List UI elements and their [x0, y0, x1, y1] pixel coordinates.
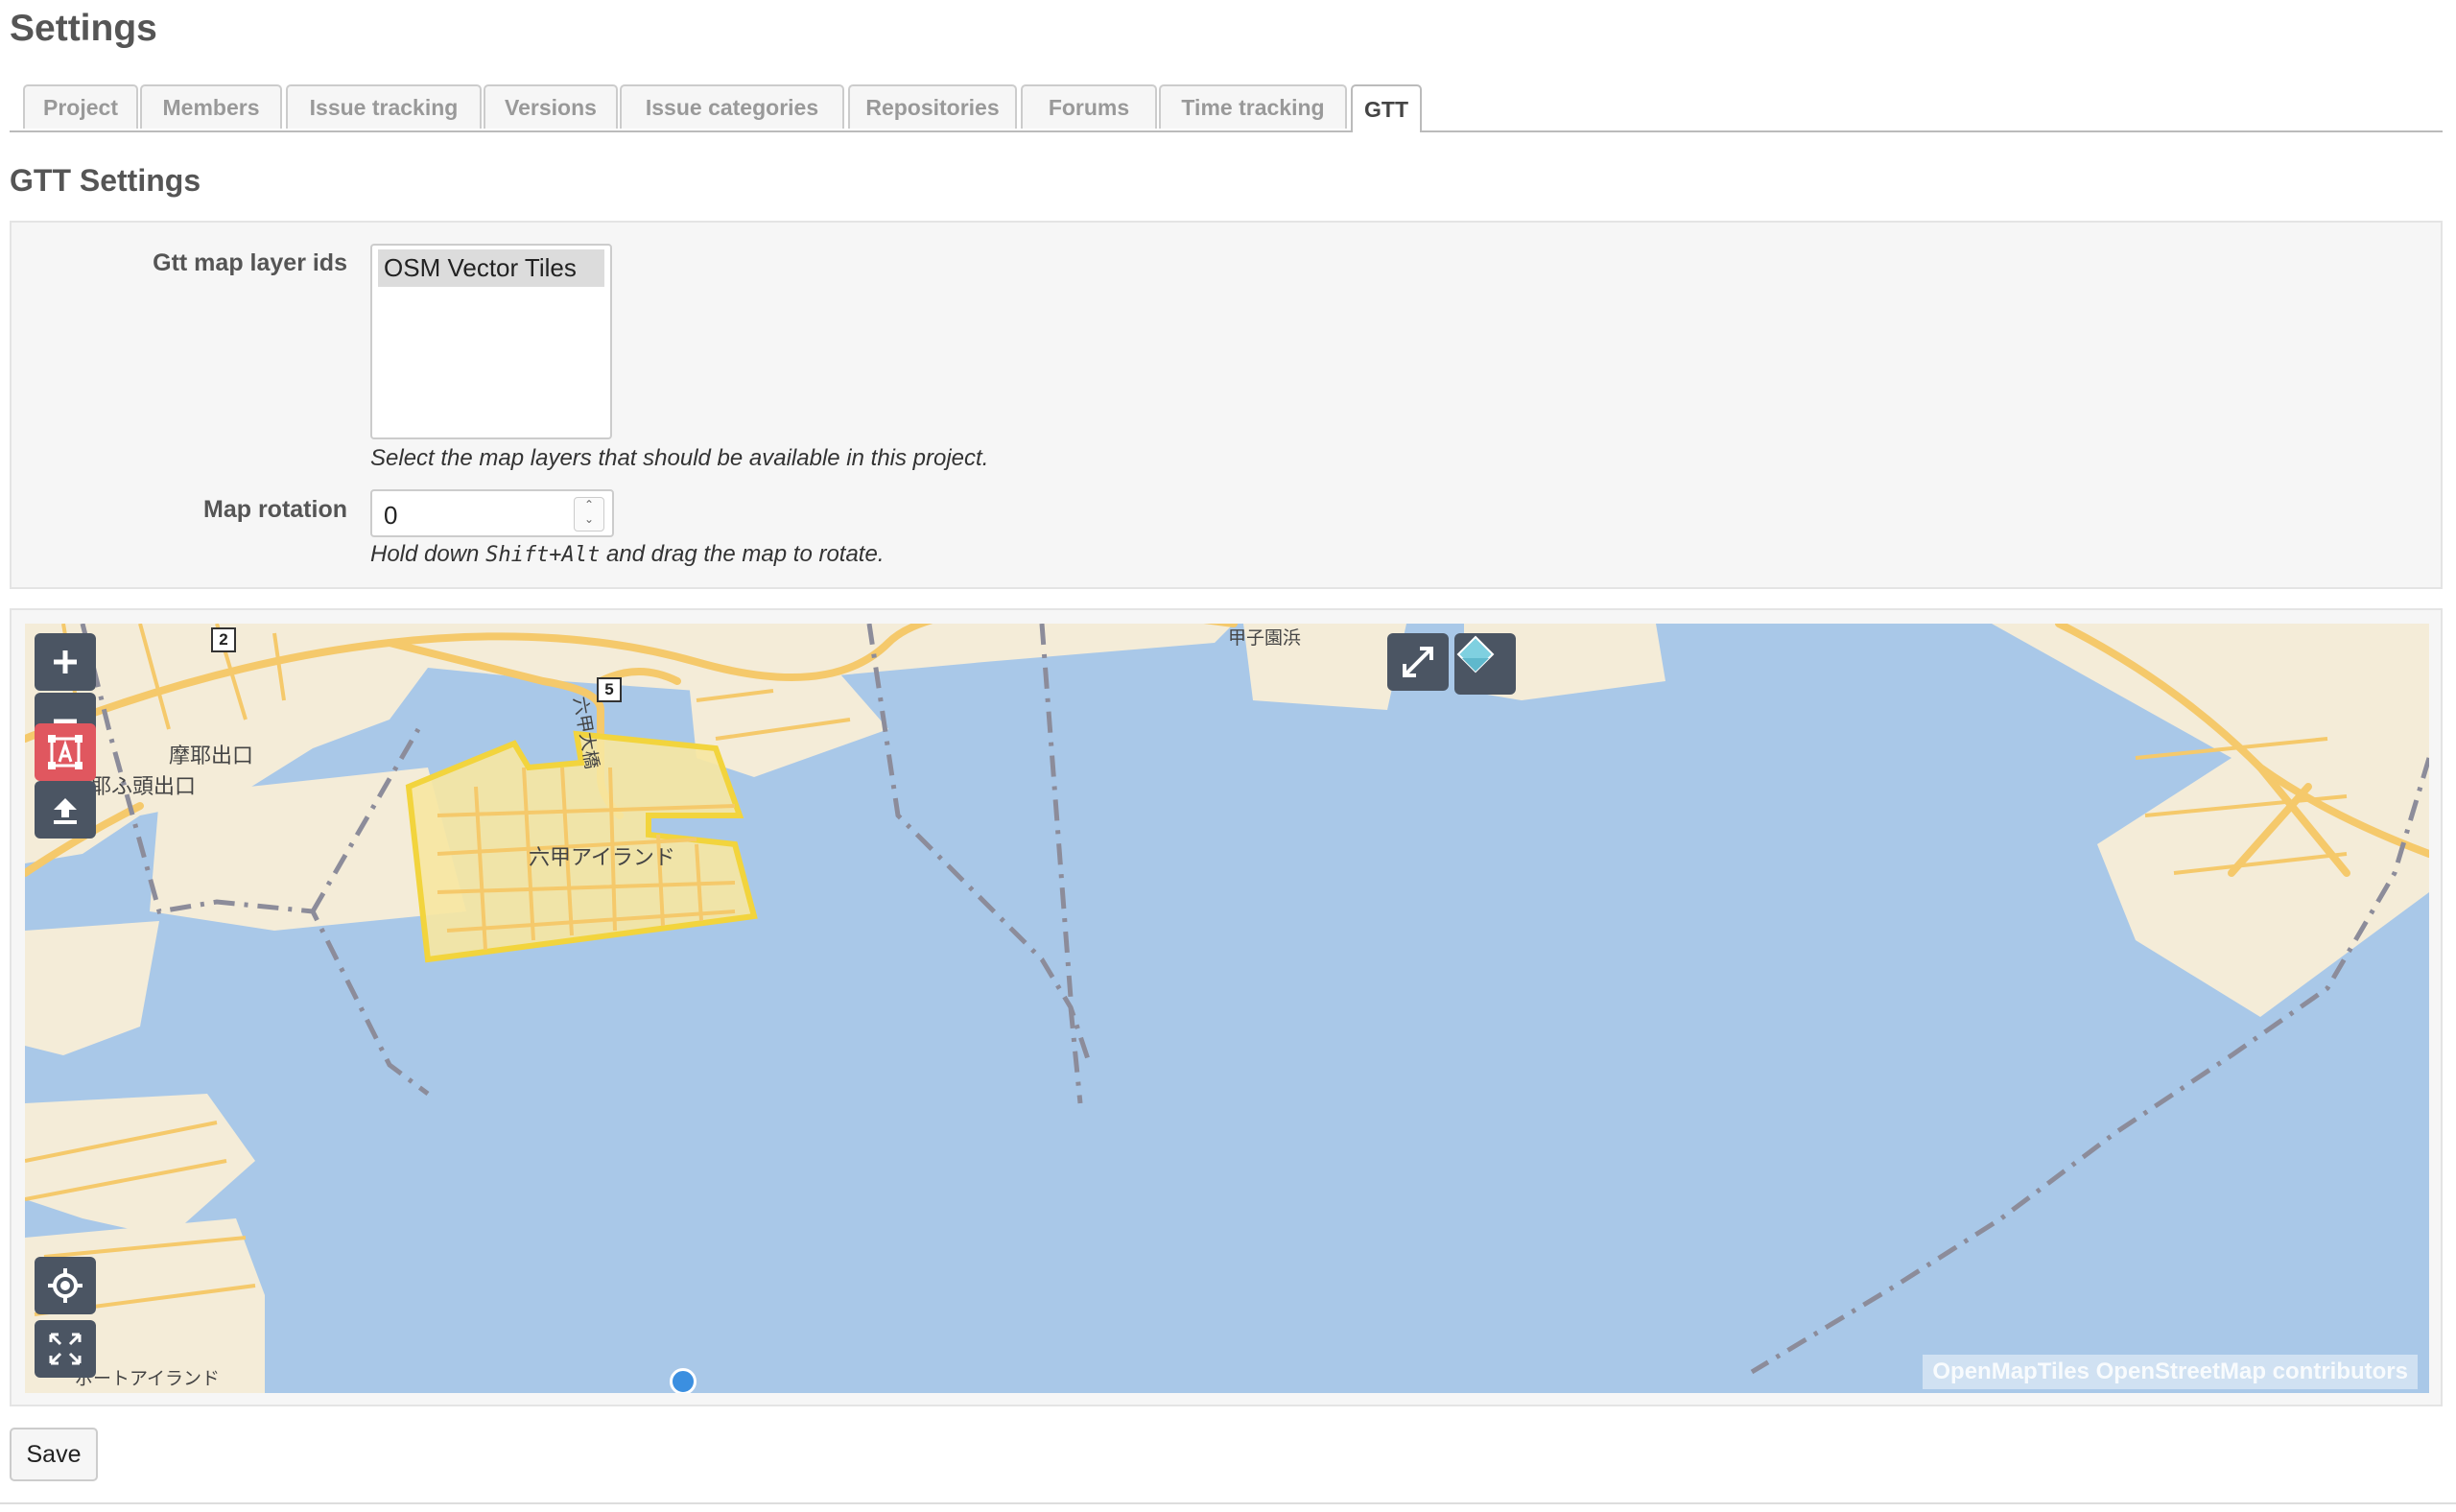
- draw-polygon-button[interactable]: [35, 723, 96, 781]
- layers-button[interactable]: [1454, 633, 1516, 695]
- tab-issue-categories[interactable]: Issue categories: [620, 84, 844, 129]
- land: [25, 624, 2429, 1393]
- rotation-label: Map rotation: [203, 496, 347, 523]
- layer-ids-select[interactable]: OSM Vector Tiles: [370, 244, 612, 439]
- fit-extent-button[interactable]: [35, 1320, 96, 1378]
- rotation-stepper[interactable]: ⌃ ⌄: [574, 497, 604, 532]
- layer-ids-label: Gtt map layer ids: [153, 249, 347, 276]
- zoom-in-icon: [54, 650, 77, 673]
- tab-repositories[interactable]: Repositories: [848, 84, 1017, 129]
- geolocate-button[interactable]: [35, 1257, 96, 1314]
- map-attribution[interactable]: OpenMapTiles OpenStreetMap contributors: [1923, 1355, 2418, 1389]
- koshien-label: 甲子園浜: [1228, 627, 1302, 649]
- boundary-lines: [80, 624, 2429, 1375]
- layers-icon: [1456, 635, 1495, 673]
- tab-forums[interactable]: Forums: [1021, 84, 1157, 129]
- map-view[interactable]: 六甲アイランド 摩耶出口 摩耶ふ頭出口 ポートアイランド 甲子園浜 六甲大橋 2…: [25, 624, 2429, 1393]
- rotation-input[interactable]: 0 ⌃ ⌄: [370, 489, 614, 537]
- fit-extent-icon: [49, 1333, 82, 1365]
- upload-button[interactable]: [35, 781, 96, 839]
- island-label: 六甲アイランド: [529, 846, 675, 870]
- section-title: GTT Settings: [10, 163, 201, 198]
- tab-versions[interactable]: Versions: [484, 84, 618, 129]
- map-container: 六甲アイランド 摩耶出口 摩耶ふ頭出口 ポートアイランド 甲子園浜 六甲大橋 2…: [10, 608, 2443, 1406]
- draw-polygon-icon: [48, 735, 83, 769]
- minor-roads: [25, 624, 2348, 1316]
- fullscreen-button[interactable]: [1387, 633, 1449, 691]
- map-canvas: [25, 624, 2429, 1393]
- page-title: Settings: [10, 8, 157, 49]
- save-button[interactable]: Save: [10, 1428, 98, 1481]
- rotation-hint-suffix: and drag the map to rotate.: [605, 541, 885, 567]
- rotation-hint-prefix: Hold down: [370, 541, 480, 567]
- settings-tabs: Project Members Issue tracking Versions …: [10, 84, 2443, 132]
- bottom-divider: [0, 1502, 2456, 1504]
- route-shield-2: 2: [211, 627, 236, 652]
- rotation-value: 0: [384, 501, 398, 530]
- tab-members[interactable]: Members: [140, 84, 282, 129]
- tab-time-tracking[interactable]: Time tracking: [1159, 84, 1347, 129]
- layer-option[interactable]: OSM Vector Tiles: [378, 249, 604, 287]
- upload-icon: [54, 798, 77, 824]
- layer-ids-hint: Select the map layers that should be ava…: [370, 445, 989, 471]
- location-marker-icon: [670, 1368, 697, 1393]
- tab-gtt[interactable]: GTT: [1351, 84, 1422, 132]
- fullscreen-icon: [1403, 647, 1433, 677]
- geolocate-icon: [48, 1268, 83, 1303]
- tab-project[interactable]: Project: [23, 84, 138, 129]
- exit1-label: 摩耶出口: [169, 744, 254, 768]
- rotation-hint-code: Shift+Alt: [485, 543, 601, 567]
- route-shield-5: 5: [597, 677, 622, 702]
- zoom-in-button[interactable]: [35, 633, 96, 691]
- tab-issue-tracking[interactable]: Issue tracking: [286, 84, 482, 129]
- gtt-settings-box: Gtt map layer ids OSM Vector Tiles Selec…: [10, 221, 2443, 589]
- rotation-hint: Hold down Shift+Alt and drag the map to …: [370, 541, 885, 568]
- port-island-label: ポートアイランド: [75, 1368, 221, 1389]
